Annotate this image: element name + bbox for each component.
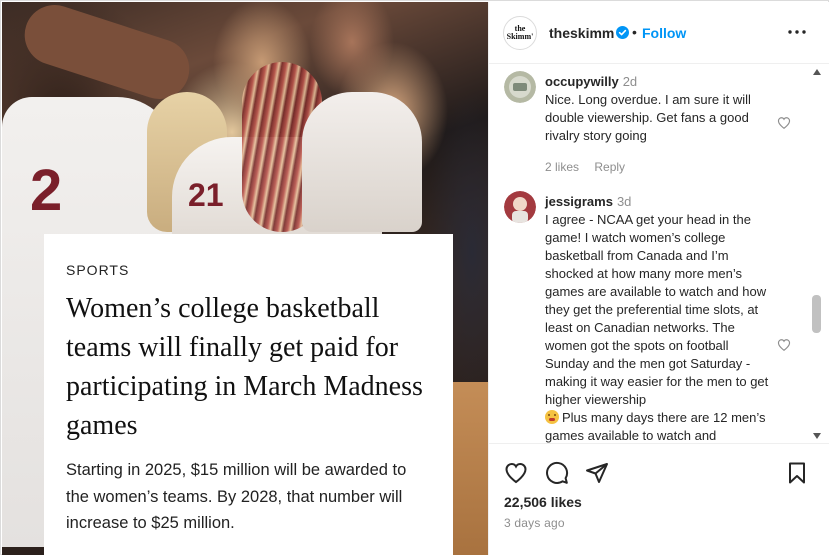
comment-bubble-icon[interactable]: [545, 461, 569, 485]
comment-text-block: occupywilly 2d Nice. Long overdue. I am s…: [545, 73, 775, 145]
share-send-icon[interactable]: [585, 461, 609, 485]
comment-time: 2d: [622, 74, 638, 89]
jersey-number-left: 2: [30, 158, 63, 223]
post-side-panel: the Skimm' theskimm • Follow occupywilly…: [488, 2, 829, 555]
jersey-number-middle: 21: [188, 177, 224, 213]
header-separator: •: [632, 24, 637, 40]
more-options-icon[interactable]: [787, 24, 807, 40]
article-headline: Women’s college basketball teams will fi…: [66, 293, 423, 441]
post-header: the Skimm' theskimm • Follow: [489, 2, 829, 64]
save-bookmark-icon[interactable]: [785, 461, 809, 485]
comment-like-heart-icon[interactable]: [777, 116, 791, 130]
comments-scrollbar[interactable]: [811, 65, 823, 443]
commenter-avatar[interactable]: [504, 71, 536, 103]
comment-text: I agree - NCAA get your head in the game…: [545, 212, 769, 407]
scrollbar-thumb[interactable]: [812, 295, 821, 333]
scroll-down-arrow-icon[interactable]: [813, 433, 821, 439]
like-heart-icon[interactable]: [504, 461, 528, 485]
comment-text: Nice. Long overdue. I am sure it will do…: [545, 92, 751, 143]
article-dek: Starting in 2025, $15 million will be aw…: [66, 461, 407, 532]
commenter-avatar-image: [504, 191, 536, 223]
article-kicker: SPORTS: [66, 262, 130, 278]
post-image[interactable]: 2 21 SPORTS Women’s college basketball t…: [2, 2, 488, 555]
account-avatar[interactable]: the Skimm': [503, 16, 537, 50]
post-actions: 22,506 likes 3 days ago: [489, 443, 829, 555]
post-timestamp[interactable]: 3 days ago: [504, 516, 565, 530]
post-window: 2 21 SPORTS Women’s college basketball t…: [0, 0, 829, 555]
comment-like-heart-icon[interactable]: [777, 338, 791, 352]
comment-meta: 2 likes Reply: [545, 160, 637, 174]
comment-time: 3d: [616, 194, 632, 209]
comment-reply-button[interactable]: Reply: [594, 160, 625, 174]
commenter-avatar-image: [504, 71, 536, 103]
post-likes-count[interactable]: 22,506 likes: [504, 494, 582, 510]
verified-badge-icon: [616, 26, 629, 39]
comment-text-continued: Plus many days there are 12 men’s games …: [545, 410, 766, 443]
comment-likes-count[interactable]: 2 likes: [545, 160, 579, 174]
emoji-icon: [545, 410, 559, 424]
comment-username[interactable]: occupywilly: [545, 74, 619, 89]
comment-username[interactable]: jessigrams: [545, 194, 613, 209]
article-card: SPORTS Women’s college basketball teams …: [44, 234, 453, 555]
account-username[interactable]: theskimm: [549, 25, 614, 41]
follow-button[interactable]: Follow: [642, 25, 686, 41]
commenter-avatar[interactable]: [504, 191, 536, 223]
scroll-up-arrow-icon[interactable]: [813, 69, 821, 75]
comment-text-block: jessigrams 3d I agree - NCAA get your hea…: [545, 193, 775, 443]
comments-list[interactable]: occupywilly 2d Nice. Long overdue. I am s…: [489, 65, 829, 443]
photo-player-right: [302, 92, 422, 232]
